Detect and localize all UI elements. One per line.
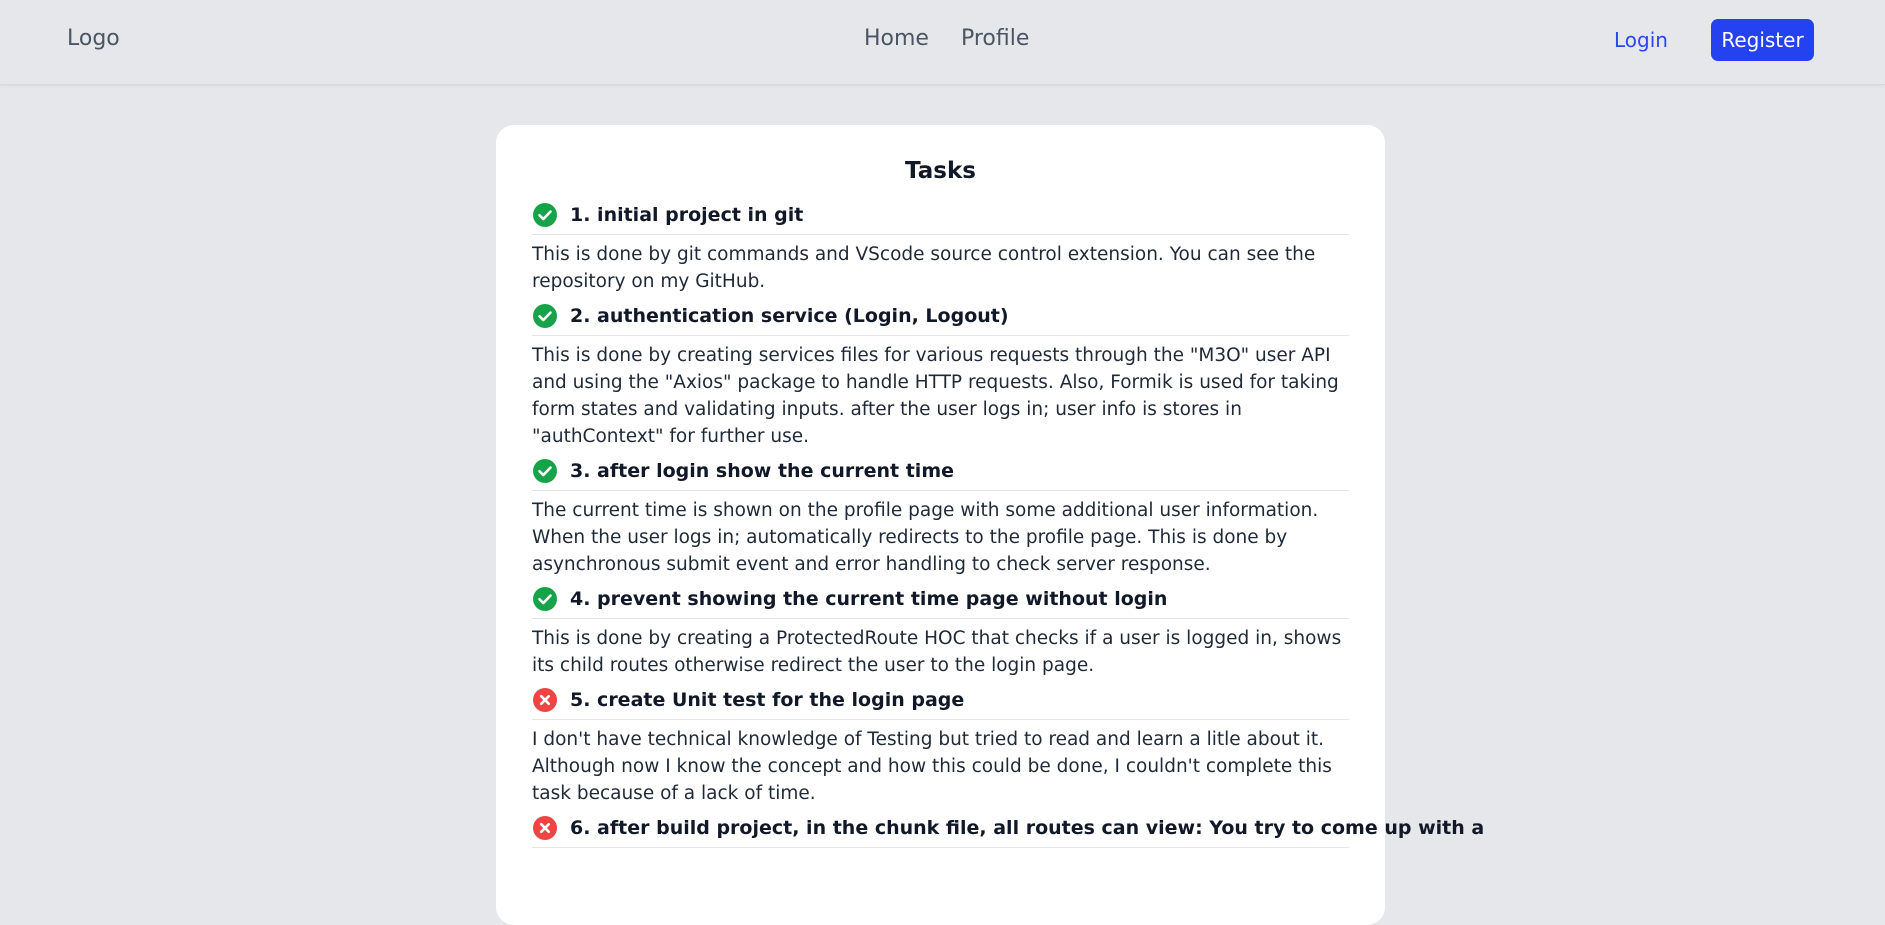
task-header: 3. after login show the current time (532, 458, 1349, 491)
task-header: 1. initial project in git (532, 202, 1349, 235)
task-item: 5. create Unit test for the login page I … (532, 687, 1349, 807)
task-title: 3. after login show the current time (570, 460, 954, 482)
task-title: 2. authentication service (Login, Logout… (570, 305, 1009, 327)
tasks-title: Tasks (905, 158, 976, 184)
check-circle-icon (532, 458, 558, 484)
check-circle-icon (532, 303, 558, 329)
task-item: 4. prevent showing the current time page… (532, 586, 1349, 679)
nav-link-profile[interactable]: Profile (961, 26, 1029, 51)
tasks-card: Tasks 1. initial project in git This is d… (496, 125, 1484, 925)
task-description: This is done by creating a ProtectedRout… (532, 628, 1342, 676)
x-circle-icon (532, 815, 558, 841)
task-title: 1. initial project in git (570, 204, 804, 226)
task-item: 2. authentication service (Login, Logout… (532, 303, 1349, 450)
register-button[interactable]: Register (1711, 19, 1814, 61)
task-header: 2. authentication service (Login, Logout… (532, 303, 1349, 336)
task-header: 5. create Unit test for the login page (532, 687, 1349, 720)
navbar: Logo Home Profile Login Register (0, 0, 1885, 85)
task-title: 6. after build project, in the chunk fil… (570, 817, 1485, 839)
check-circle-icon (532, 202, 558, 228)
nav-link-home[interactable]: Home (864, 26, 929, 51)
task-description: This is done by git commands and VScode … (532, 244, 1316, 292)
logo[interactable]: Logo (67, 26, 120, 51)
task-title: 5. create Unit test for the login page (570, 689, 965, 711)
task-description: The current time is shown on the profile… (532, 500, 1319, 575)
task-header: 6. after build project, in the chunk fil… (532, 815, 1484, 848)
task-description: This is done by creating services files … (532, 345, 1339, 447)
nav-links: Home Profile (864, 26, 1029, 51)
task-item: 1. initial project in git This is done by… (532, 202, 1349, 295)
x-circle-icon (532, 687, 558, 713)
task-description: I don't have technical knowledge of Test… (532, 729, 1332, 804)
task-item: 3. after login show the current time The … (532, 458, 1349, 578)
check-circle-icon (532, 586, 558, 612)
task-title: 4. prevent showing the current time page… (570, 588, 1168, 610)
task-header: 4. prevent showing the current time page… (532, 586, 1349, 619)
task-item: 6. after build project, in the chunk fil… (532, 815, 1484, 848)
login-link[interactable]: Login (1614, 28, 1668, 52)
task-list: 1. initial project in git This is done by… (532, 202, 1484, 848)
